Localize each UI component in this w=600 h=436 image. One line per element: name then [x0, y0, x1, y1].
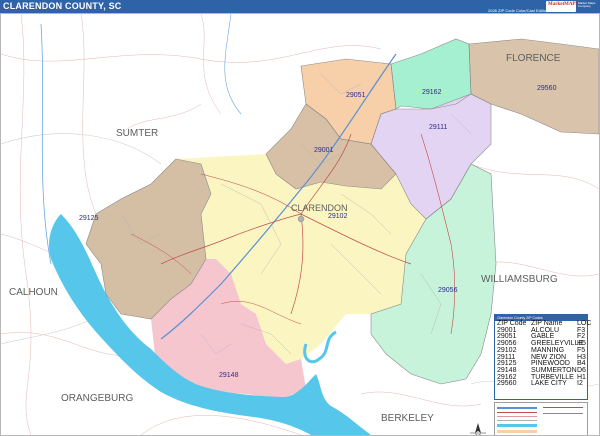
- legend-water-swatch: [497, 424, 537, 427]
- legend-local-road-line: [497, 420, 537, 421]
- zip-label-29051: 29051: [346, 92, 366, 99]
- zip-label-29148: 29148: [219, 372, 239, 379]
- legend-rail-line: [543, 407, 583, 408]
- zip-label-29001: 29001: [314, 147, 334, 154]
- zip-label-29056: 29056: [438, 287, 458, 294]
- zip-label-29102: 29102: [328, 213, 348, 220]
- legend-us-hwy-line: [497, 412, 537, 413]
- label-berkeley: BERKELEY: [381, 413, 434, 424]
- legend-row: 29560 LAKE CITY I2: [495, 380, 587, 388]
- title-bar: CLARENDON COUNTY, SC 2026 ZIP Code Color…: [0, 0, 600, 13]
- map-frame[interactable]: FLORENCE SUMTER CLARENDON CALHOUN WILLIA…: [0, 13, 600, 436]
- label-calhoun: CALHOUN: [9, 287, 58, 298]
- legend-zip-swatch: [497, 430, 537, 433]
- legend-boundary-line: [543, 413, 583, 414]
- legend-name-cell: LAKE CITY: [531, 380, 567, 388]
- zip-label-29111: 29111: [429, 124, 448, 131]
- road-legend: [494, 402, 588, 435]
- label-clarendon: CLARENDON: [291, 203, 348, 213]
- zip-legend: Clarendon County ZIP Codes ZIP Code ZIP …: [494, 314, 591, 400]
- map-title: CLARENDON COUNTY, SC: [3, 1, 122, 11]
- background-stream: [224, 14, 242, 115]
- legend-rows: 29001 ALCOLU F3 29051 GABLE F2 29056 GREELEYVIL…: [495, 327, 587, 388]
- zip-label-29560: 29560: [537, 85, 557, 92]
- zip-label-29162: 29162: [422, 89, 442, 96]
- logo-side-text: Market Maps Company: [578, 1, 596, 8]
- north-arrow-icon: [470, 423, 486, 435]
- label-orangeburg: ORANGEBURG: [61, 393, 133, 404]
- label-williamsburg: WILLIAMSBURG: [481, 274, 558, 285]
- label-sumter: SUMTER: [116, 128, 158, 139]
- background-river: [40, 23, 52, 265]
- logo-text: MarketMAPS: [548, 2, 579, 7]
- legend-interstate-line: [497, 407, 537, 409]
- publisher-logo: MarketMAPS: [546, 1, 579, 12]
- label-florence: FLORENCE: [506, 53, 561, 64]
- zip-label-29125: 29125: [79, 215, 99, 222]
- manning-town-marker: [297, 215, 305, 223]
- legend-loc-cell: I2: [577, 380, 583, 388]
- legend-zip-cell: 29560: [497, 380, 517, 388]
- legend-state-hwy-line: [497, 416, 537, 417]
